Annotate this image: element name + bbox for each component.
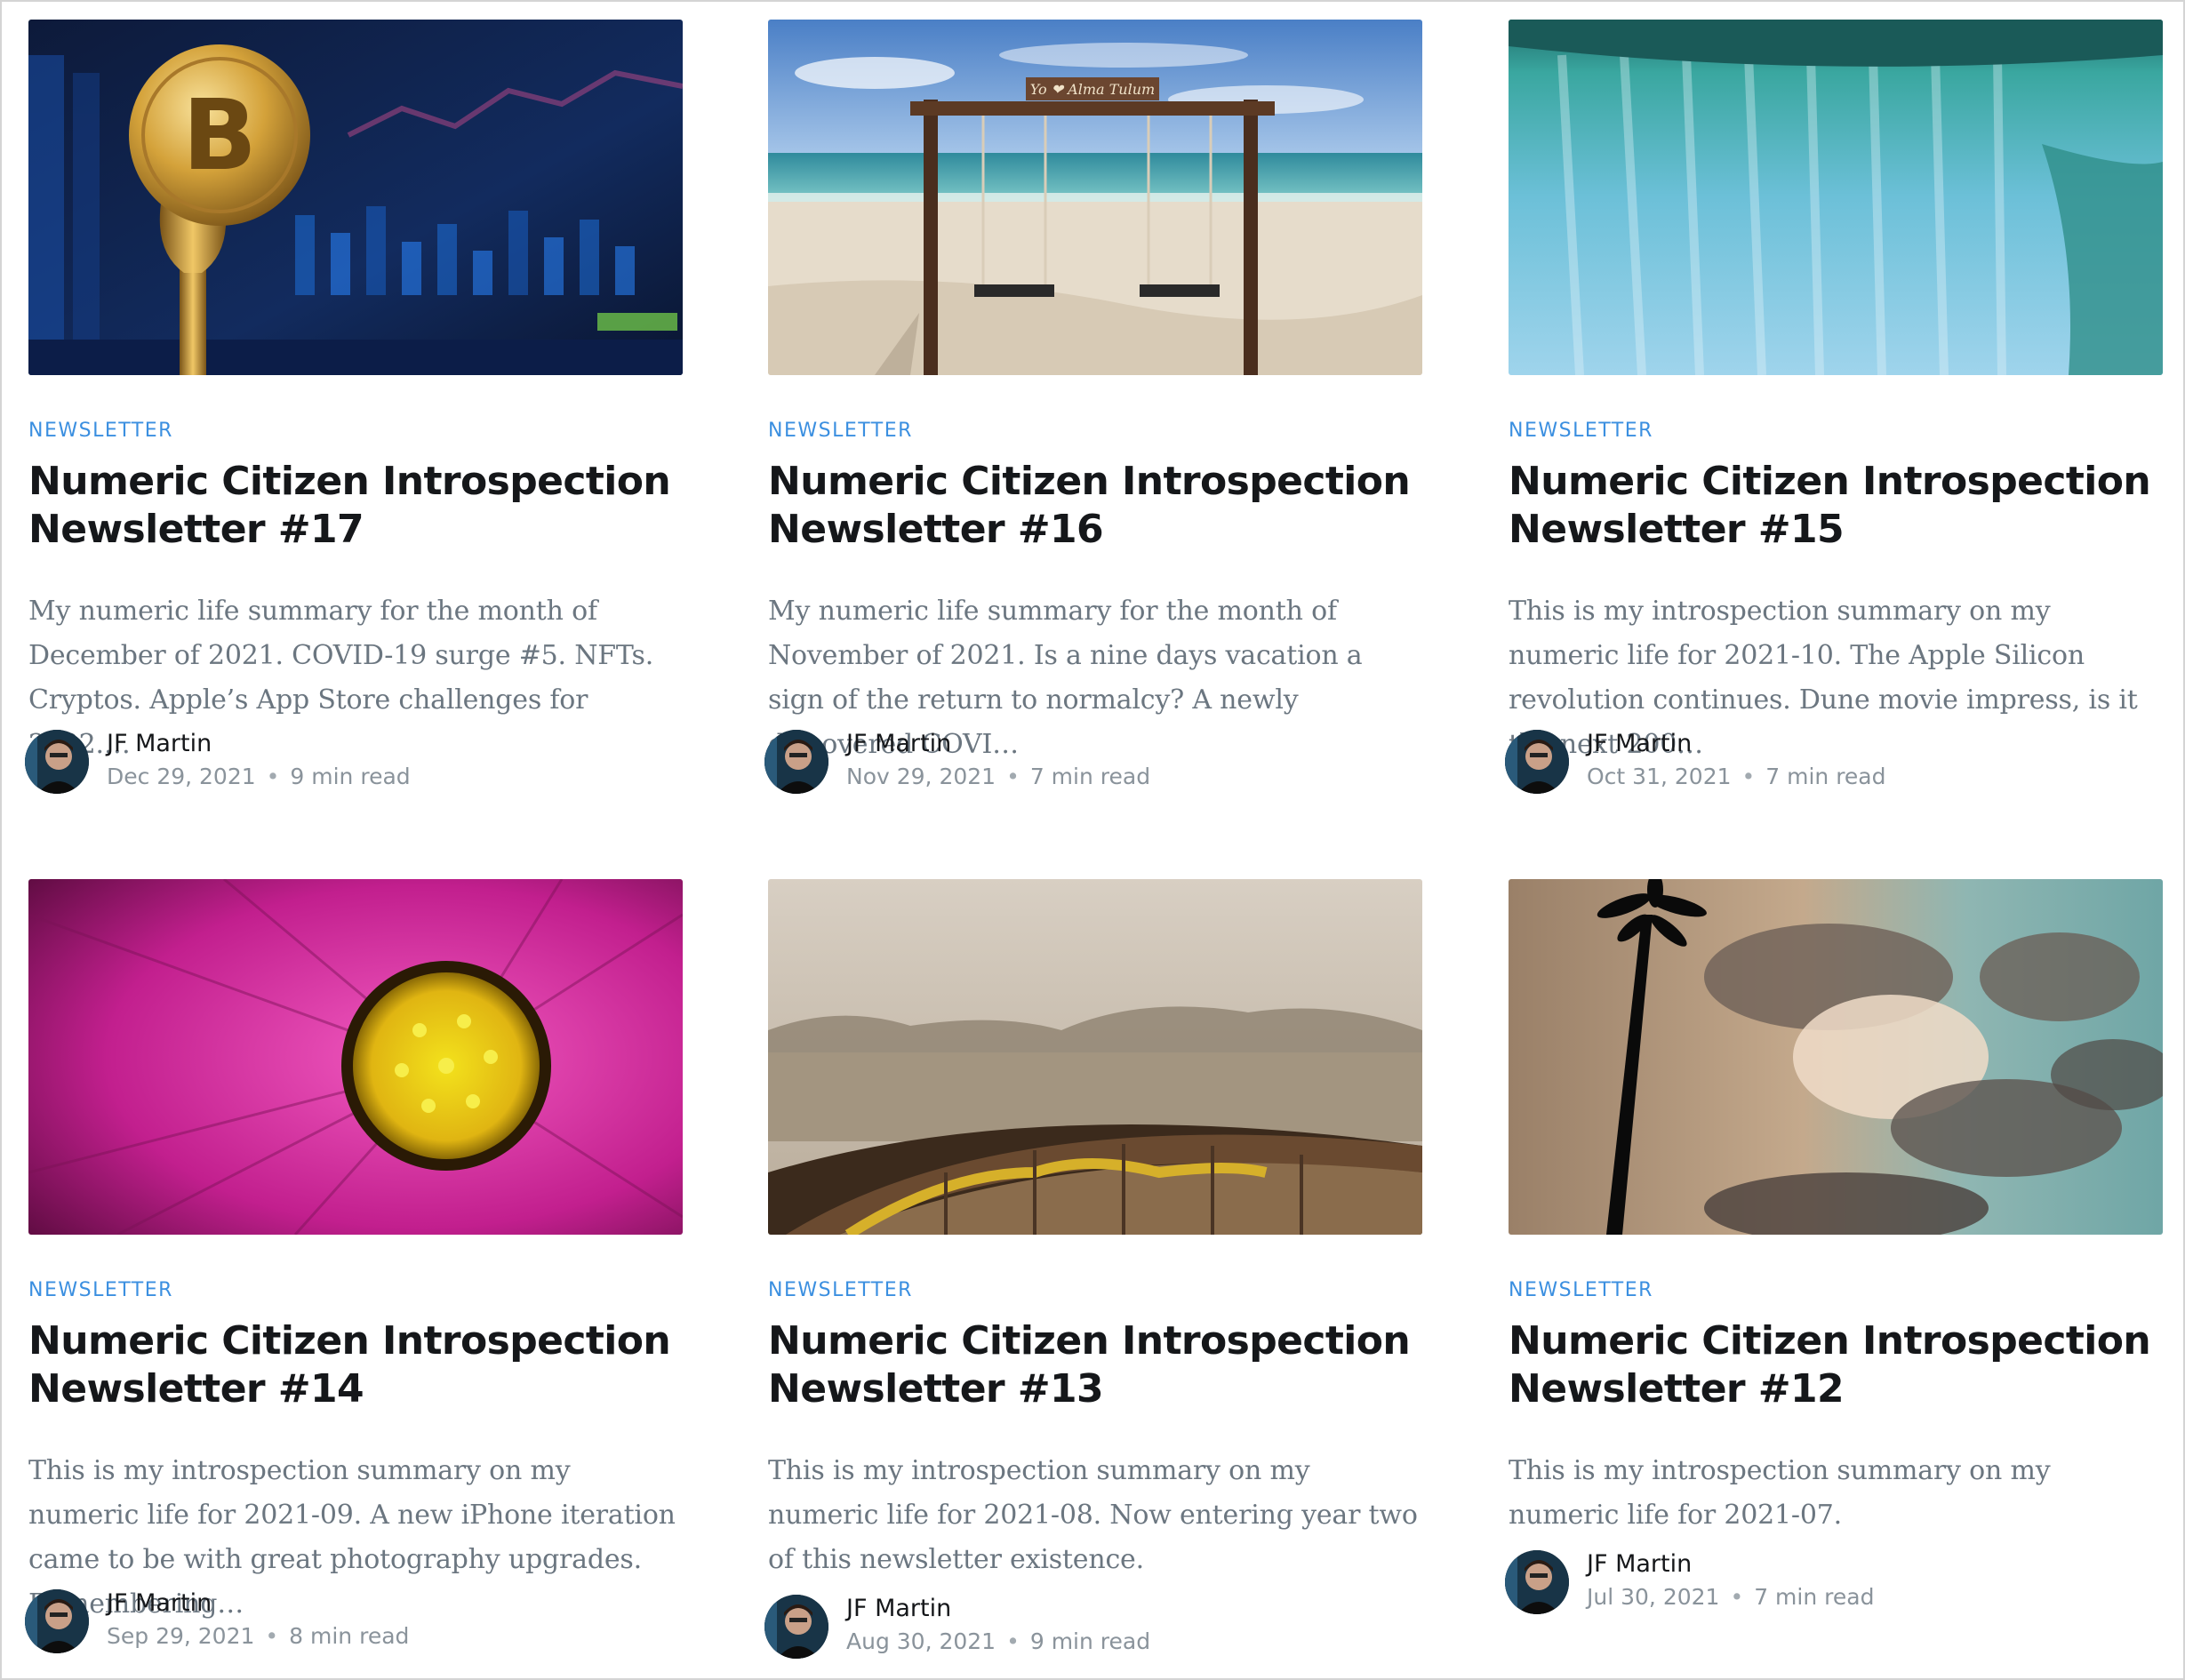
post-excerpt[interactable]: This is my introspection summary on my n…	[768, 1449, 1422, 1582]
post-byline: Sep 29, 2021 • 8 min read	[107, 1623, 409, 1649]
post-date: Dec 29, 2021	[107, 764, 256, 789]
author-avatar[interactable]	[764, 730, 828, 794]
author-avatar[interactable]	[764, 1595, 828, 1659]
read-time: 8 min read	[289, 1623, 410, 1649]
post-meta: JF Martin Oct 31, 2021 • 7 min read	[1505, 730, 2159, 796]
post-feed: B NEWSLETTER Numeric Citizen Introspecti…	[0, 0, 2185, 1680]
post-card[interactable]: NEWSLETTER Numeric Citizen Introspection…	[764, 879, 1422, 1661]
author-name[interactable]: JF Martin	[846, 730, 951, 757]
post-meta: JF Martin Nov 29, 2021 • 7 min read	[764, 730, 1419, 796]
post-card[interactable]: NEWSLETTER Numeric Citizen Introspection…	[1505, 20, 2163, 802]
post-meta: JF Martin Aug 30, 2021 • 9 min read	[764, 1595, 1419, 1660]
post-byline: Dec 29, 2021 • 9 min read	[107, 764, 411, 789]
post-byline: Oct 31, 2021 • 7 min read	[1587, 764, 1886, 789]
separator-dot: •	[266, 764, 280, 789]
post-image-boat[interactable]	[768, 879, 1422, 1235]
post-tag[interactable]: NEWSLETTER	[1509, 420, 1653, 442]
post-title[interactable]: Numeric Citizen Introspection Newsletter…	[28, 458, 683, 554]
post-title[interactable]: Numeric Citizen Introspection Newsletter…	[768, 1317, 1422, 1413]
author-name[interactable]: JF Martin	[1587, 730, 1692, 757]
post-card[interactable]: Yo ❤ Alma Tulum NEWSLETTER Numeric Citiz…	[764, 20, 1422, 802]
post-byline: Jul 30, 2021 • 7 min read	[1587, 1584, 1874, 1610]
author-name[interactable]: JF Martin	[107, 730, 212, 757]
separator-dot: •	[1006, 1628, 1020, 1654]
post-image-bitcoin[interactable]: B	[28, 20, 683, 375]
post-title[interactable]: Numeric Citizen Introspection Newsletter…	[28, 1317, 683, 1413]
post-tag[interactable]: NEWSLETTER	[28, 1279, 173, 1301]
post-tag[interactable]: NEWSLETTER	[768, 1279, 913, 1301]
post-tag[interactable]: NEWSLETTER	[768, 420, 913, 442]
post-date: Nov 29, 2021	[846, 764, 996, 789]
post-excerpt[interactable]: This is my introspection summary on my n…	[1509, 1449, 2163, 1538]
post-meta: JF Martin Sep 29, 2021 • 8 min read	[25, 1589, 679, 1655]
post-card[interactable]: NEWSLETTER Numeric Citizen Introspection…	[25, 879, 683, 1661]
post-title[interactable]: Numeric Citizen Introspection Newsletter…	[1509, 458, 2163, 554]
author-avatar[interactable]	[1505, 730, 1569, 794]
separator-dot: •	[1741, 764, 1756, 789]
read-time: 9 min read	[290, 764, 411, 789]
svg-text:B: B	[182, 78, 257, 192]
post-card[interactable]: B NEWSLETTER Numeric Citizen Introspecti…	[25, 20, 683, 802]
post-card[interactable]: NEWSLETTER Numeric Citizen Introspection…	[1505, 879, 2163, 1661]
post-meta: JF Martin Jul 30, 2021 • 7 min read	[1505, 1550, 2159, 1616]
separator-dot: •	[265, 1623, 279, 1649]
post-tag[interactable]: NEWSLETTER	[28, 420, 173, 442]
post-byline: Nov 29, 2021 • 7 min read	[846, 764, 1150, 789]
post-title[interactable]: Numeric Citizen Introspection Newsletter…	[1509, 1317, 2163, 1413]
post-date: Aug 30, 2021	[846, 1628, 996, 1654]
post-meta: JF Martin Dec 29, 2021 • 9 min read	[25, 730, 679, 796]
sign-text: Yo ❤ Alma Tulum	[1030, 81, 1155, 98]
post-date: Sep 29, 2021	[107, 1623, 255, 1649]
separator-dot: •	[1730, 1584, 1744, 1610]
author-name[interactable]: JF Martin	[1587, 1550, 1692, 1578]
read-time: 7 min read	[1754, 1584, 1875, 1610]
author-avatar[interactable]	[1505, 1550, 1569, 1614]
post-image-palm-tree[interactable]	[1509, 879, 2163, 1235]
read-time: 7 min read	[1765, 764, 1886, 789]
read-time: 7 min read	[1029, 764, 1151, 789]
separator-dot: •	[1006, 764, 1020, 789]
post-image-beach-swing[interactable]: Yo ❤ Alma Tulum	[768, 20, 1422, 375]
author-name[interactable]: JF Martin	[107, 1589, 212, 1617]
post-date: Oct 31, 2021	[1587, 764, 1732, 789]
post-title[interactable]: Numeric Citizen Introspection Newsletter…	[768, 458, 1422, 554]
post-byline: Aug 30, 2021 • 9 min read	[846, 1628, 1150, 1654]
post-date: Jul 30, 2021	[1587, 1584, 1720, 1610]
post-image-waterfall[interactable]	[1509, 20, 2163, 375]
author-avatar[interactable]	[25, 730, 89, 794]
read-time: 9 min read	[1029, 1628, 1151, 1654]
post-tag[interactable]: NEWSLETTER	[1509, 1279, 1653, 1301]
post-image-flower[interactable]	[28, 879, 683, 1235]
author-avatar[interactable]	[25, 1589, 89, 1653]
author-name[interactable]: JF Martin	[846, 1595, 951, 1622]
